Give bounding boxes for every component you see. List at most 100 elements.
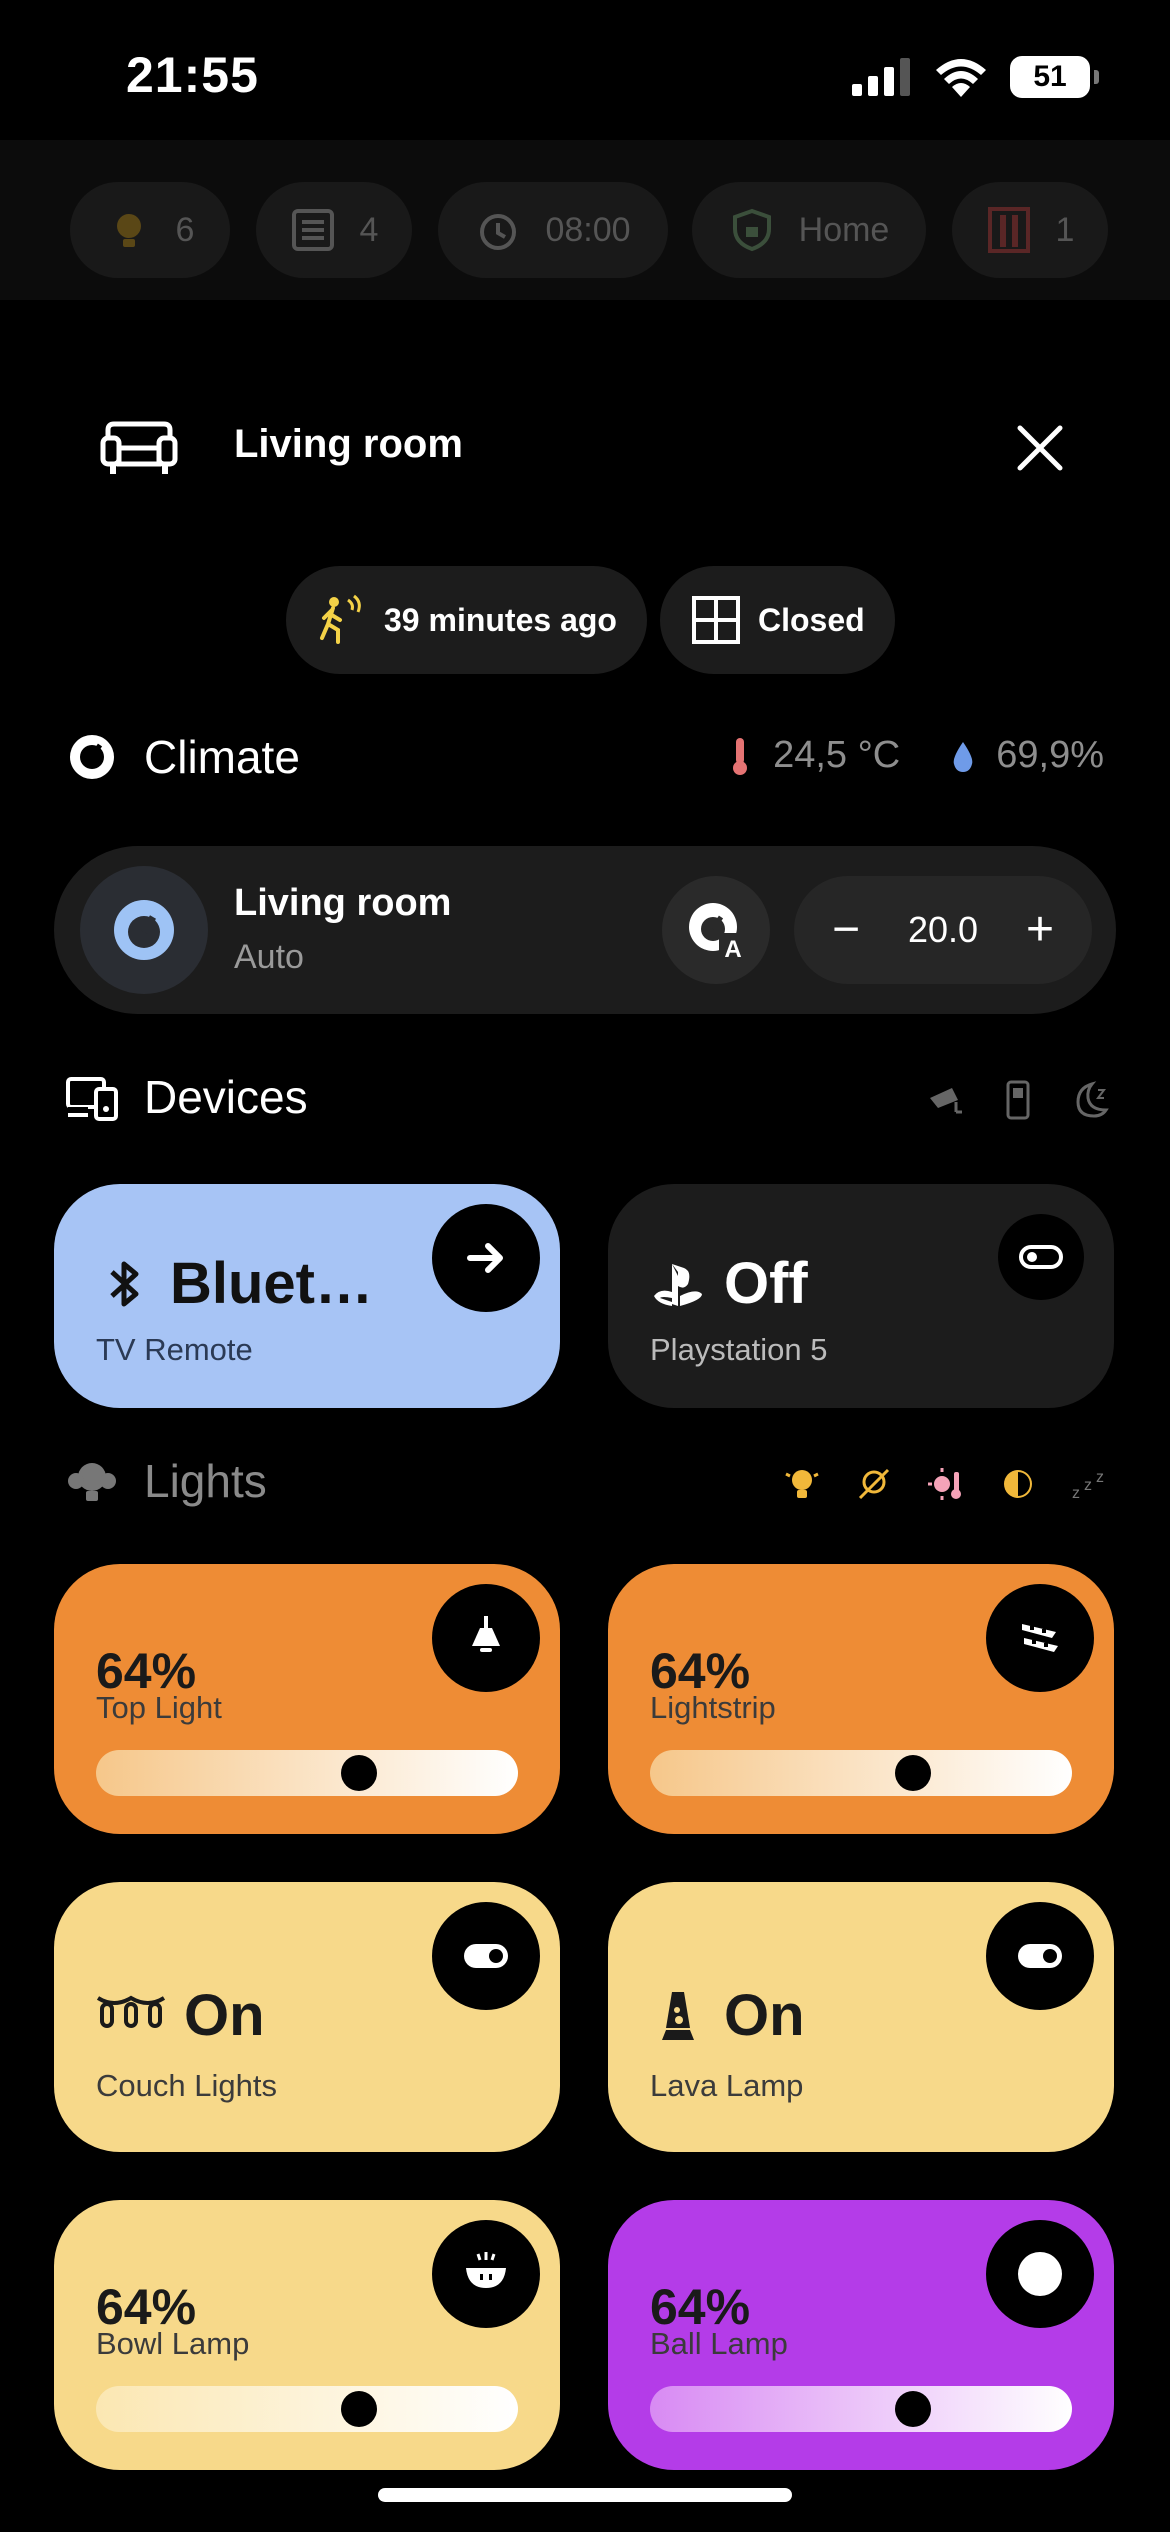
brightness-slider-knob[interactable]: [895, 2391, 932, 2427]
light-bulb-icon: [116, 214, 141, 247]
home-indicator[interactable]: [378, 2488, 792, 2502]
device-value: Bluet…: [170, 1251, 373, 1316]
battery-indicator: 51: [1010, 56, 1099, 98]
chip-alarm[interactable]: 08:00: [438, 182, 668, 278]
brightness-slider[interactable]: [650, 2386, 1072, 2432]
lights-on-icon[interactable]: [782, 1464, 822, 1504]
light-label: Top Light: [96, 1690, 222, 1725]
devices-icon: [66, 1077, 118, 1121]
arrow-right-icon: [467, 1243, 503, 1273]
ceiling-light-icon: [472, 1616, 500, 1652]
thermometer-icon: [733, 737, 748, 775]
summary-chips-row: 6 4 08:00 Home 1: [0, 140, 1170, 300]
light-tile-bowl-lamp[interactable]: 64% Bowl Lamp: [54, 2200, 560, 2470]
climate-card-icon: [80, 866, 208, 994]
climate-section-title: Climate: [66, 730, 300, 784]
light-toggle-button[interactable]: [432, 2220, 540, 2328]
brightness-slider[interactable]: [650, 1750, 1072, 1796]
light-tile-lightstrip[interactable]: 64% Lightstrip: [608, 1564, 1114, 1834]
light-toggle-button[interactable]: [986, 1902, 1094, 2010]
cctv-icon[interactable]: [926, 1080, 966, 1120]
light-label: Lightstrip: [650, 1690, 776, 1725]
toggle-off-icon: [1019, 1245, 1063, 1269]
devices-title: Devices: [144, 1071, 308, 1123]
chip-door-value: 1: [1055, 210, 1075, 249]
motion-pill[interactable]: 39 minutes ago: [286, 566, 647, 674]
light-tile-ball-lamp[interactable]: 64% Ball Lamp: [608, 2200, 1114, 2470]
light-tile-lava-lamp[interactable]: On Lava Lamp: [608, 1882, 1114, 2152]
device-action-button[interactable]: [432, 1204, 540, 1312]
chip-lights-value: 6: [175, 210, 195, 249]
sleep-mode-icon[interactable]: [1070, 1080, 1110, 1120]
device-tile-tv-remote[interactable]: Bluet… TV Remote: [54, 1184, 560, 1408]
shield-home-icon: [732, 208, 771, 252]
window-pill-text: Closed: [758, 601, 865, 638]
auto-mode-button[interactable]: A: [662, 876, 770, 984]
status-icons: 51: [852, 56, 1099, 98]
motion-sensor-icon: [320, 594, 361, 644]
playstation-icon: [654, 1263, 702, 1306]
ball-lamp-icon: [1018, 2252, 1062, 2296]
decrease-button[interactable]: −: [832, 906, 860, 954]
light-toggle-button[interactable]: [986, 1584, 1094, 1692]
toggle-on-icon: [1018, 1944, 1062, 1968]
devices-actions: [926, 1080, 1110, 1120]
chip-list[interactable]: 4: [256, 182, 412, 278]
thermostat-auto-icon: A: [689, 903, 747, 961]
svg-text:z: z: [1072, 1485, 1080, 1502]
brightness-slider-knob[interactable]: [895, 1755, 932, 1791]
remote-icon[interactable]: [998, 1080, 1038, 1120]
lights-title: Lights: [144, 1455, 267, 1507]
lights-section-title: Lights: [66, 1454, 267, 1508]
light-value: On: [724, 1983, 805, 2048]
chip-home[interactable]: Home: [692, 182, 926, 278]
device-label: TV Remote: [96, 1332, 253, 1367]
list-icon: [291, 209, 334, 251]
thermostat-icon: [70, 735, 114, 779]
chip-door[interactable]: 1: [952, 182, 1108, 278]
chip-lights[interactable]: 6: [70, 182, 230, 278]
light-value-row: On: [96, 1982, 265, 2049]
svg-text:z: z: [1096, 1469, 1104, 1486]
temperature-value: 24,5 °C: [773, 734, 901, 776]
status-bar: 21:55 51: [0, 0, 1170, 140]
sleep-zzz-icon[interactable]: zzz: [1070, 1464, 1110, 1504]
increase-button[interactable]: +: [1026, 906, 1054, 954]
climate-stats: 24,5 °C 69,9%: [725, 734, 1104, 777]
device-tile-playstation[interactable]: Off Playstation 5: [608, 1184, 1114, 1408]
lights-actions: zzz: [782, 1464, 1110, 1504]
light-tile-couch-lights[interactable]: On Couch Lights: [54, 1882, 560, 2152]
chip-alarm-value: 08:00: [545, 210, 631, 249]
light-value-row: On: [650, 1982, 805, 2049]
close-icon[interactable]: [1010, 418, 1070, 478]
light-value: On: [184, 1983, 265, 2048]
chip-list-value: 4: [359, 210, 379, 249]
brightness-slider-knob[interactable]: [341, 1755, 378, 1791]
light-temperature-icon[interactable]: [926, 1464, 966, 1504]
light-bulb-group-icon: [68, 1463, 116, 1501]
brightness-slider[interactable]: [96, 2386, 518, 2432]
string-lights-icon: [96, 1995, 166, 2028]
light-tile-top-light[interactable]: 64% Top Light: [54, 1564, 560, 1834]
light-toggle-button[interactable]: [986, 2220, 1094, 2328]
window-pill[interactable]: Closed: [660, 566, 895, 674]
humidity-value: 69,9%: [996, 734, 1104, 776]
brightness-slider-knob[interactable]: [341, 2391, 378, 2427]
climate-card[interactable]: Living room Auto A − 20.0 +: [54, 846, 1116, 1014]
device-toggle-button[interactable]: [998, 1214, 1084, 1300]
status-time: 21:55: [126, 47, 259, 103]
light-toggle-button[interactable]: [432, 1584, 540, 1692]
lights-off-icon[interactable]: [854, 1464, 894, 1504]
brightness-slider[interactable]: [96, 1750, 518, 1796]
setpoint-stepper: − 20.0 +: [794, 876, 1092, 984]
light-toggle-button[interactable]: [432, 1902, 540, 2010]
lava-lamp-icon: [662, 1991, 694, 2040]
climate-title: Climate: [144, 731, 300, 783]
sofa-icon: [100, 421, 178, 474]
toggle-on-icon: [464, 1944, 508, 1968]
brightness-icon[interactable]: [998, 1464, 1038, 1504]
door-icon: [987, 207, 1030, 253]
light-label: Ball Lamp: [650, 2326, 788, 2361]
devices-section-title: Devices: [66, 1070, 308, 1124]
device-value: Off: [724, 1251, 808, 1316]
